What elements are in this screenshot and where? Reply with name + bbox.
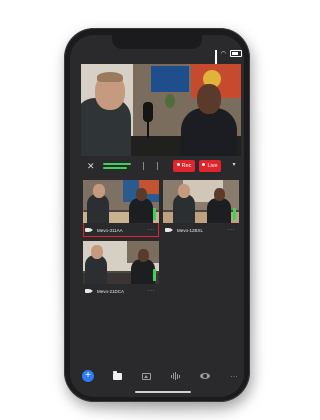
chevron-down-icon[interactable]: ▾ xyxy=(229,159,239,171)
bottom-nav: + ··· xyxy=(81,369,241,383)
main-video-preview[interactable] xyxy=(81,64,241,156)
audio-level-bar xyxy=(153,208,156,220)
nav-sources[interactable] xyxy=(110,369,124,383)
source-name: Mevo-12BXL xyxy=(177,227,204,233)
source-tile-1[interactable]: Mevo-311AA ··· xyxy=(83,180,159,237)
audio-level-bar xyxy=(233,208,236,220)
folder-icon xyxy=(112,370,122,380)
source-tile-3[interactable]: Mevo-21DCA ··· xyxy=(83,241,159,298)
audio-level-bar xyxy=(153,269,156,281)
record-button[interactable]: Rec xyxy=(173,160,195,172)
source-tile-2[interactable]: Mevo-12BXL ··· xyxy=(163,180,239,237)
nav-preview[interactable] xyxy=(198,369,212,383)
add-source-button[interactable]: + xyxy=(81,369,95,383)
camera-icon xyxy=(165,227,173,233)
mic-mute-icon[interactable]: ✕ xyxy=(87,161,99,171)
status-bar: ◠ xyxy=(196,48,242,64)
nav-more[interactable]: ··· xyxy=(227,369,241,383)
image-icon xyxy=(141,372,151,380)
more-options-icon[interactable]: ··· xyxy=(148,227,156,233)
source-thumbnail xyxy=(163,180,239,223)
home-indicator[interactable] xyxy=(135,391,191,393)
audio-wave-icon xyxy=(171,372,181,380)
audio-meter xyxy=(103,162,175,170)
notch xyxy=(112,35,202,49)
more-icon: ··· xyxy=(229,371,238,381)
live-button[interactable]: Live xyxy=(199,160,221,172)
control-bar: ✕ Rec Live ▾ xyxy=(81,159,241,173)
battery-icon xyxy=(230,49,242,57)
nav-media[interactable] xyxy=(139,369,153,383)
camera-icon xyxy=(85,288,93,294)
signal-icon xyxy=(215,50,217,64)
more-options-icon[interactable]: ··· xyxy=(148,288,156,294)
source-name: Mevo-21DCA xyxy=(97,288,125,294)
camera-icon xyxy=(85,227,93,233)
source-name: Mevo-311AA xyxy=(97,227,123,233)
more-options-icon[interactable]: ··· xyxy=(228,227,236,233)
eye-icon xyxy=(199,373,210,379)
plus-icon: + xyxy=(82,370,94,382)
source-thumbnail xyxy=(83,241,159,284)
wifi-icon: ◠ xyxy=(220,50,226,57)
source-thumbnail xyxy=(83,180,159,223)
nav-audio[interactable] xyxy=(169,369,183,383)
